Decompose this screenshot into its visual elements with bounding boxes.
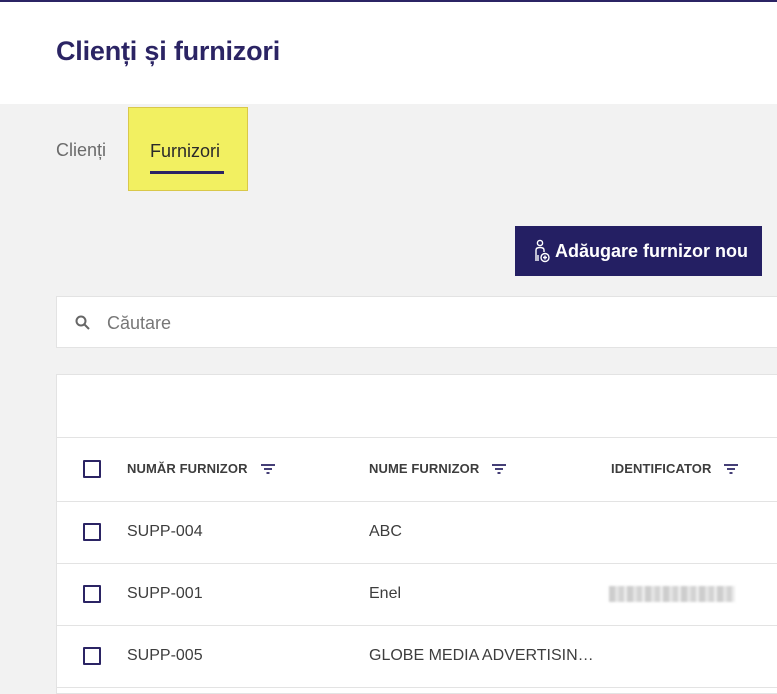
filter-icon[interactable] <box>260 463 276 475</box>
supplier-number-cell: SUPP-001 <box>127 585 203 602</box>
filter-icon[interactable] <box>723 463 739 475</box>
active-tab-indicator <box>150 171 224 174</box>
tab-suppliers-label: Furnizori <box>150 141 221 161</box>
search-bar <box>56 296 777 348</box>
tab-bar: Clienți Furnizori <box>0 104 777 194</box>
table-header-row: NUMĂR FURNIZOR NUME FURNIZOR IDENTIFICAT… <box>57 437 777 502</box>
suppliers-table: NUMĂR FURNIZOR NUME FURNIZOR IDENTIFICAT… <box>56 374 777 694</box>
row-checkbox[interactable] <box>83 647 101 665</box>
page-header: Clienți și furnizori <box>0 2 777 104</box>
select-all-checkbox[interactable] <box>83 460 101 478</box>
filter-icon[interactable] <box>491 463 507 475</box>
row-checkbox[interactable] <box>83 585 101 603</box>
tab-clients-label: Clienți <box>56 140 107 160</box>
supplier-number-cell: SUPP-005 <box>127 647 203 664</box>
column-header-identifier[interactable]: IDENTIFICATOR <box>611 461 739 476</box>
column-header-label: IDENTIFICATOR <box>611 461 712 476</box>
person-add-icon <box>533 238 551 264</box>
supplier-number-cell: SUPP-004 <box>127 523 203 540</box>
add-supplier-button[interactable]: Adăugare furnizor nou <box>515 226 762 276</box>
column-header-supplier-number[interactable]: NUMĂR FURNIZOR <box>127 461 276 476</box>
column-header-label: NUMĂR FURNIZOR <box>127 461 248 476</box>
row-checkbox[interactable] <box>83 523 101 541</box>
table-row[interactable]: SUPP-001 Enel <box>57 564 777 626</box>
supplier-name-cell: GLOBE MEDIA ADVERTISIN… <box>369 647 594 664</box>
column-header-label: NUME FURNIZOR <box>369 461 480 476</box>
table-row[interactable]: SUPP-005 GLOBE MEDIA ADVERTISIN… <box>57 626 777 688</box>
search-icon <box>74 314 92 332</box>
redacted-identifier <box>609 586 735 602</box>
search-input[interactable] <box>105 307 709 339</box>
tab-suppliers[interactable]: Furnizori <box>128 107 248 191</box>
page-title: Clienți și furnizori <box>56 36 281 66</box>
add-supplier-label: Adăugare furnizor nou <box>555 240 748 261</box>
column-header-supplier-name[interactable]: NUME FURNIZOR <box>369 461 507 476</box>
supplier-name-cell: Enel <box>369 585 402 602</box>
table-toolbar <box>57 375 777 438</box>
supplier-name-cell: ABC <box>369 523 402 540</box>
table-row[interactable]: SUPP-004 ABC <box>57 502 777 564</box>
